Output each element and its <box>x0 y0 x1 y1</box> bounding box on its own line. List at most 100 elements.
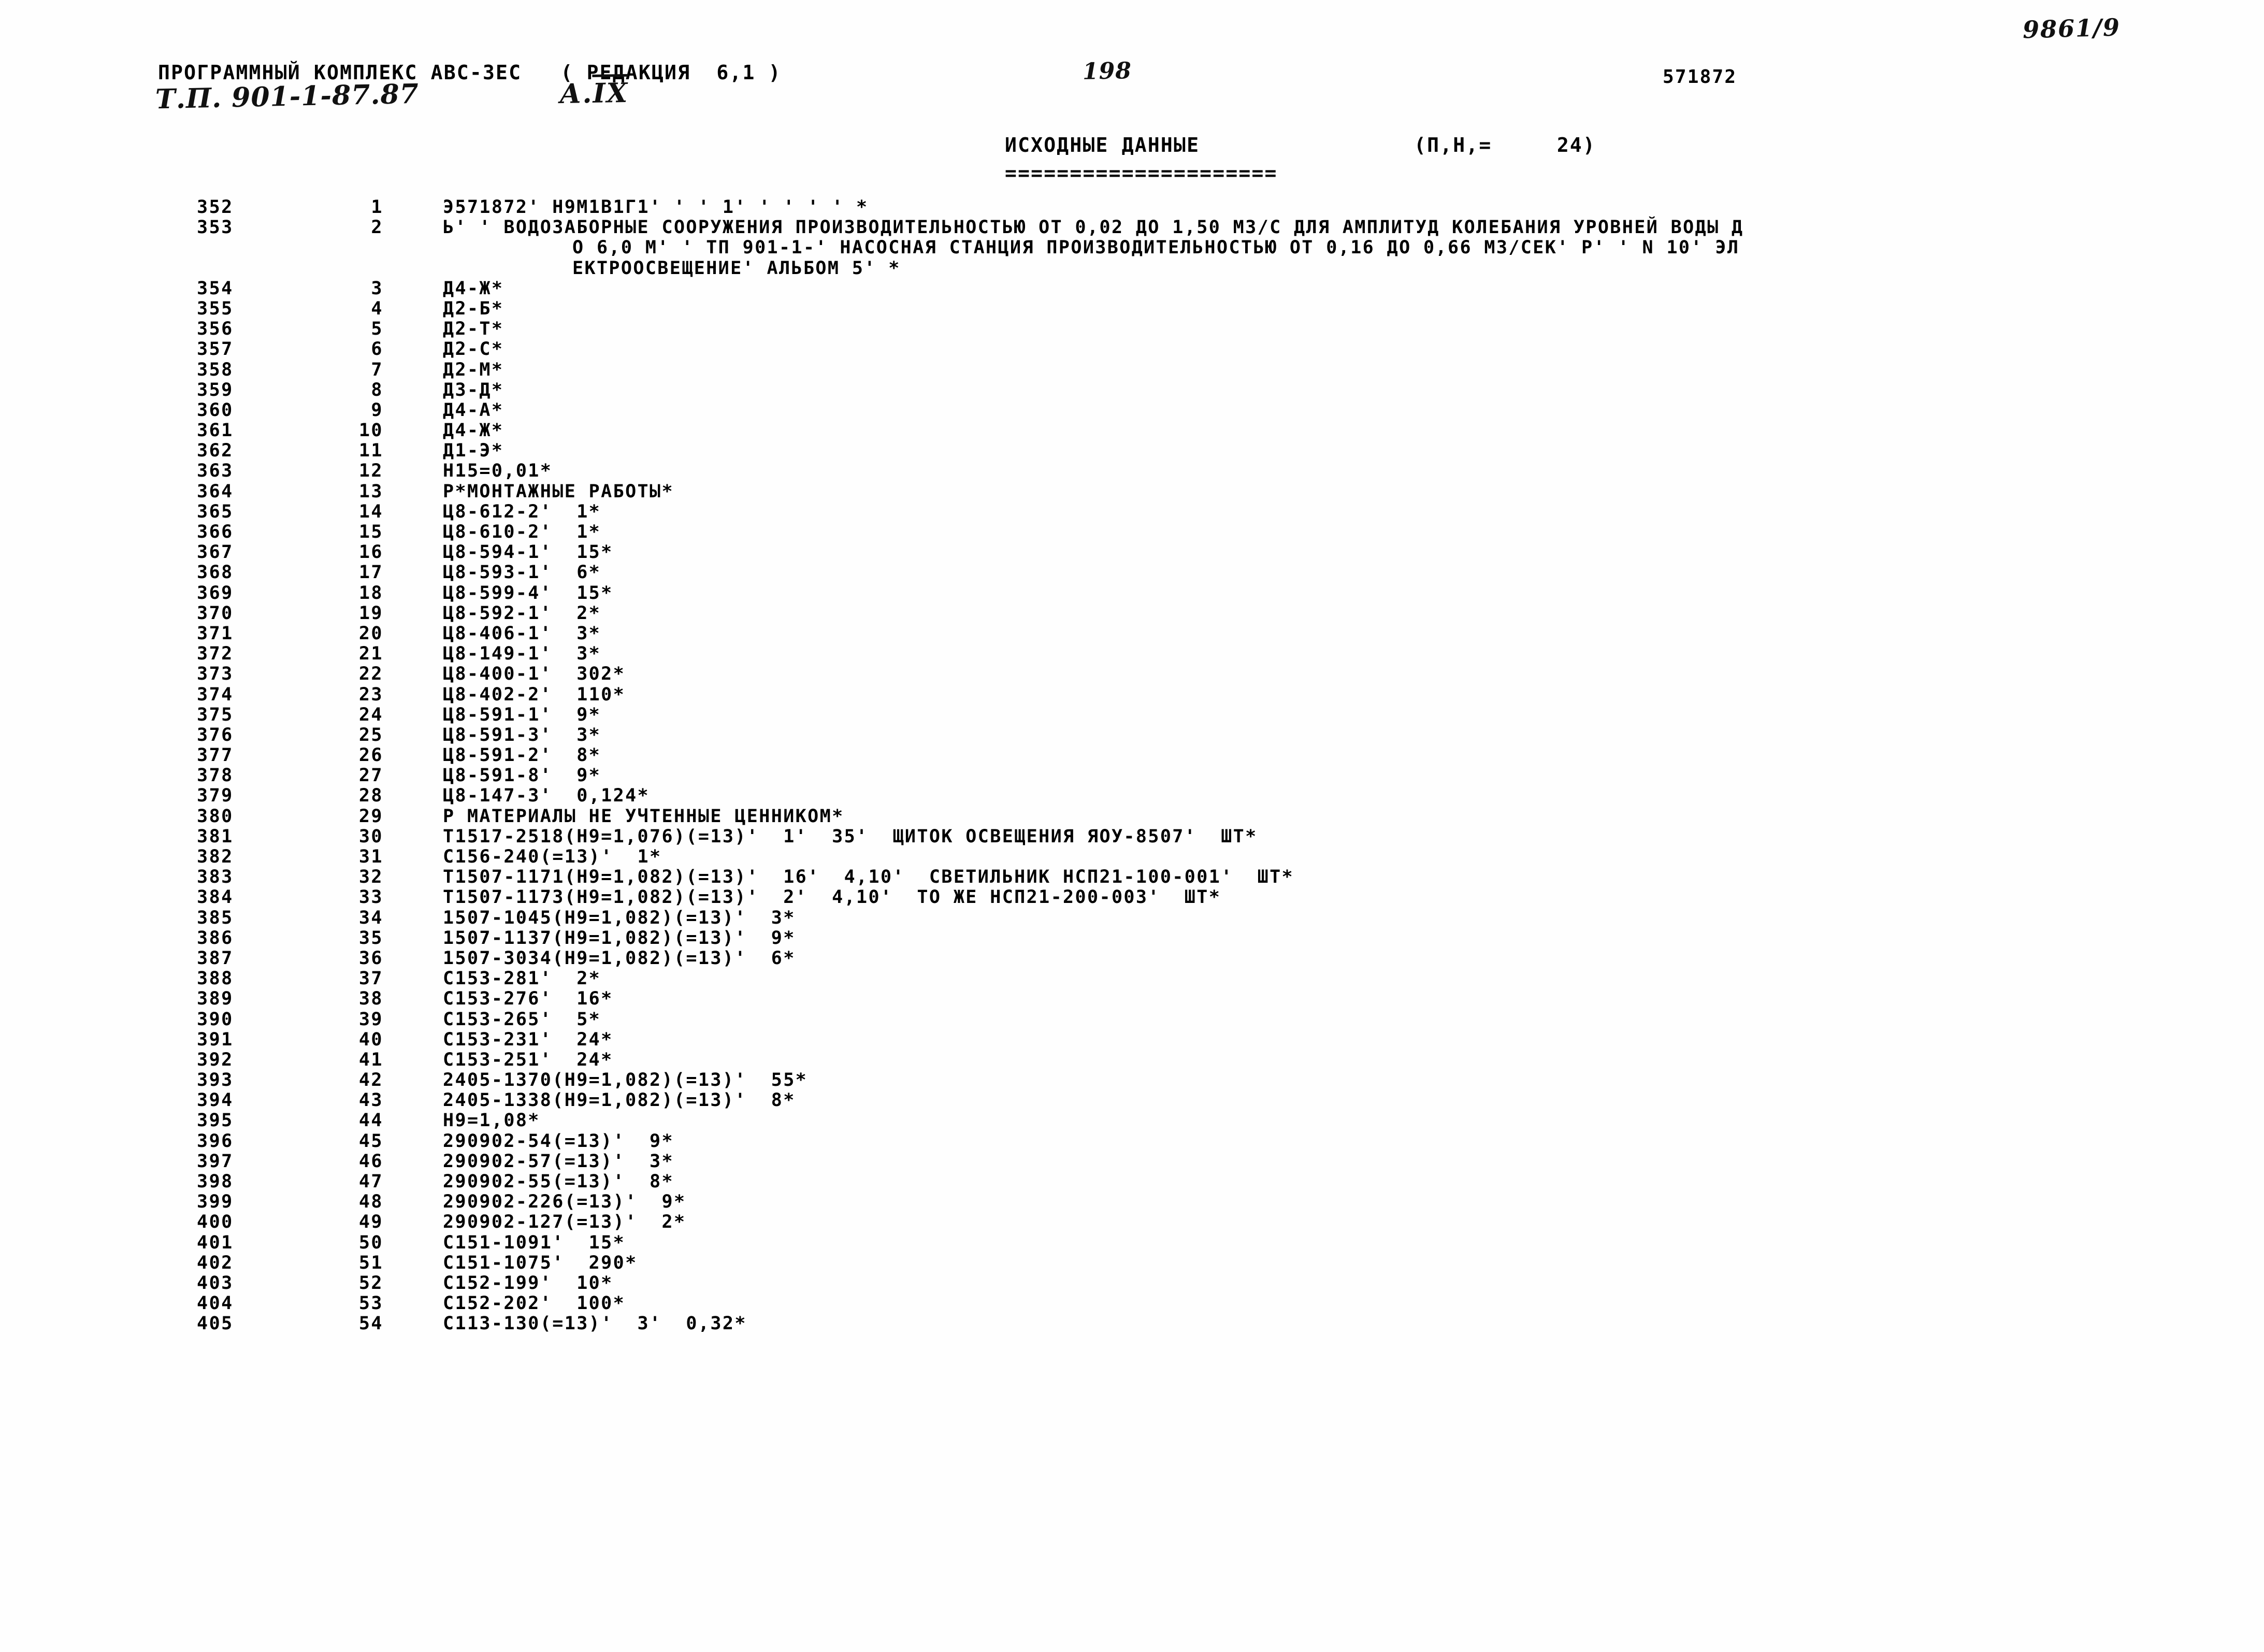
listing-row-number: 25 <box>358 724 383 745</box>
listing-row-sequence: 400 <box>197 1212 234 1233</box>
listing-row-sequence: 360 <box>197 399 234 421</box>
listing-row: 376 25 Ц8-591-3' 3* <box>0 725 2264 745</box>
listing-row-number: 46 <box>358 1151 383 1172</box>
listing-row-number: 24 <box>358 704 383 725</box>
title-underline-rule: ===================== <box>1005 162 1278 184</box>
listing-row-sequence: 356 <box>197 319 234 340</box>
listing-row-text: Т1517-2518(Н9=1,076)(=13)' 1' 35' ЩИТОК … <box>443 826 1258 847</box>
listing-row-sequence: 401 <box>197 1232 234 1253</box>
listing-row-number: 22 <box>358 664 383 685</box>
listing-row-sequence: 352 <box>197 197 234 218</box>
listing-row-number: 30 <box>358 826 383 847</box>
listing-row-sequence: 404 <box>197 1293 234 1314</box>
listing-row-text: С153-281' 2* <box>443 968 601 989</box>
listing-row-sequence: 359 <box>197 379 234 400</box>
listing-row-number: 41 <box>358 1049 383 1070</box>
listing-row-text: 2405-1338(Н9=1,082)(=13)' 8* <box>443 1090 796 1111</box>
listing-row: 372 21 Ц8-149-1' 3* <box>0 643 2264 664</box>
listing-row-text: Ц8-594-1' 15* <box>443 542 613 563</box>
listing-row-text: Н9=1,08* <box>443 1110 540 1131</box>
listing-row-number: 49 <box>358 1212 383 1233</box>
listing-row-number: 17 <box>358 562 383 583</box>
listing-row-text: Ц8-402-2' 110* <box>443 684 626 705</box>
listing-row-sequence: 382 <box>197 846 234 867</box>
listing-row-sequence: 378 <box>197 765 234 786</box>
listing-row-sequence: 366 <box>197 522 234 542</box>
listing-row: 404 53 С152-202' 100* <box>0 1293 2264 1314</box>
listing-row-sequence: 364 <box>197 481 234 502</box>
listing-row-sequence: 354 <box>197 278 234 299</box>
listing-row-number: 15 <box>358 522 383 542</box>
listing-row: 393 42 2405-1370(Н9=1,082)(=13)' 55* <box>0 1070 2264 1090</box>
listing-row-number: 54 <box>358 1313 383 1334</box>
listing-row-text: С151-1075' 290* <box>443 1252 638 1273</box>
parameter-count-value: 24) <box>1556 134 1596 156</box>
listing-row-number: 12 <box>358 461 383 482</box>
listing-row: 401 50 С151-1091' 15* <box>0 1232 2264 1253</box>
listing-row: 390 39 С153-265' 5* <box>0 1009 2264 1030</box>
listing-row-sequence: 393 <box>197 1070 234 1091</box>
listing-row-number: 27 <box>358 765 383 786</box>
handwritten-archive-reference: 9861/9 <box>2022 13 2121 44</box>
listing-row-sequence: 390 <box>197 1009 234 1030</box>
listing-row-number: 23 <box>358 684 383 705</box>
listing-row-number: 9 <box>371 399 383 421</box>
listing-row: 405 54 С113-130(=13)' 3' 0,32* <box>0 1313 2264 1334</box>
listing-row-text: Ц8-591-1' 9* <box>443 704 601 725</box>
listing-row-number: 10 <box>358 420 383 441</box>
listing-row-sequence: 388 <box>197 968 234 989</box>
listing-row: 371 20 Ц8-406-1' 3* <box>0 623 2264 644</box>
listing-row: 381 30 Т1517-2518(Н9=1,076)(=13)' 1' 35' Щ… <box>0 826 2264 847</box>
listing-row-sequence: 371 <box>197 623 234 644</box>
listing-row-sequence: 367 <box>197 542 234 563</box>
listing-row-text: Д2-М* <box>443 359 504 380</box>
listing-row-number: 48 <box>358 1191 383 1213</box>
listing-row-text: 2405-1370(Н9=1,082)(=13)' 55* <box>443 1070 808 1091</box>
listing-row-number: 37 <box>358 968 383 989</box>
listing-row: 389 38 С153-276' 16* <box>0 988 2264 1009</box>
listing-row-sequence: 372 <box>197 643 234 665</box>
listing-row-number: 19 <box>358 602 383 624</box>
listing-row-text: С152-199' 10* <box>443 1272 613 1294</box>
listing-row-number: 40 <box>358 1029 383 1050</box>
listing-row-text: С153-276' 16* <box>443 988 613 1010</box>
listing-row: 369 18 Ц8-599-4' 15* <box>0 582 2264 604</box>
listing-row: 355 4 Д2-Б* <box>0 298 2264 319</box>
listing-row-sequence: 355 <box>197 298 234 319</box>
listing-row-text: С156-240(=13)' 1* <box>443 846 662 867</box>
listing-row-number: 16 <box>358 542 383 563</box>
listing-row-sequence: 389 <box>197 988 234 1010</box>
data-listing: 352 1 Э571872' Н9М1В1Г1' ' ' 1' ' ' ' ' * 3… <box>0 197 2264 1334</box>
listing-row-text: Ц8-591-2' 8* <box>443 745 601 766</box>
page-title: ИСХОДНЫЕ ДАННЫЕ <box>1005 134 1200 156</box>
album-prefix: А. <box>559 78 594 110</box>
program-complex-header: ПРОГРАММНЫЙ КОМПЛЕКС АВС-ЗЕС ( РЕДАКЦИЯ … <box>158 61 782 84</box>
listing-row-number: 1 <box>371 197 383 218</box>
listing-row-sequence: 395 <box>197 1110 234 1131</box>
listing-row: 374 23 Ц8-402-2' 110* <box>0 684 2264 705</box>
listing-row: 367 16 Ц8-594-1' 15* <box>0 542 2264 563</box>
listing-row-text-continuation: О 6,0 М' ' ТП 901-1-' НАСОСНАЯ СТАНЦИЯ П… <box>572 237 1740 258</box>
listing-row: 395 44 Н9=1,08* <box>0 1110 2264 1131</box>
listing-row-number: 14 <box>358 501 383 522</box>
listing-row-number: 53 <box>358 1293 383 1314</box>
listing-row-sequence: 391 <box>197 1029 234 1050</box>
listing-row-number: 50 <box>358 1232 383 1253</box>
listing-row: 403 52 С152-199' 10* <box>0 1272 2264 1294</box>
listing-row-text: Ц8-147-3' 0,124* <box>443 785 650 807</box>
scanned-page: 9861/9 ПРОГРАММНЫЙ КОМПЛЕКС АВС-ЗЕС ( РЕ… <box>0 0 2264 1652</box>
listing-row: 363 12 Н15=0,01* <box>0 461 2264 481</box>
listing-row-number: 44 <box>358 1110 383 1131</box>
listing-row-text: С153-265' 5* <box>443 1009 601 1030</box>
listing-row-number: 18 <box>358 582 383 604</box>
listing-row-number: 39 <box>358 1009 383 1030</box>
listing-row-text: Ц8-610-2' 1* <box>443 522 601 542</box>
listing-row: ЕКТРООСВЕЩЕНИЕ' АЛЬБОМ 5' * <box>0 257 2264 279</box>
listing-row-text: Д2-Б* <box>443 298 504 319</box>
listing-row-sequence: 369 <box>197 582 234 604</box>
listing-row-sequence: 357 <box>197 339 234 360</box>
listing-row-text-continuation: ЕКТРООСВЕЩЕНИЕ' АЛЬБОМ 5' * <box>572 257 901 279</box>
listing-row-text: С152-202' 100* <box>443 1293 626 1314</box>
listing-row-text: С151-1091' 15* <box>443 1232 626 1253</box>
listing-row: 366 15 Ц8-610-2' 1* <box>0 522 2264 542</box>
